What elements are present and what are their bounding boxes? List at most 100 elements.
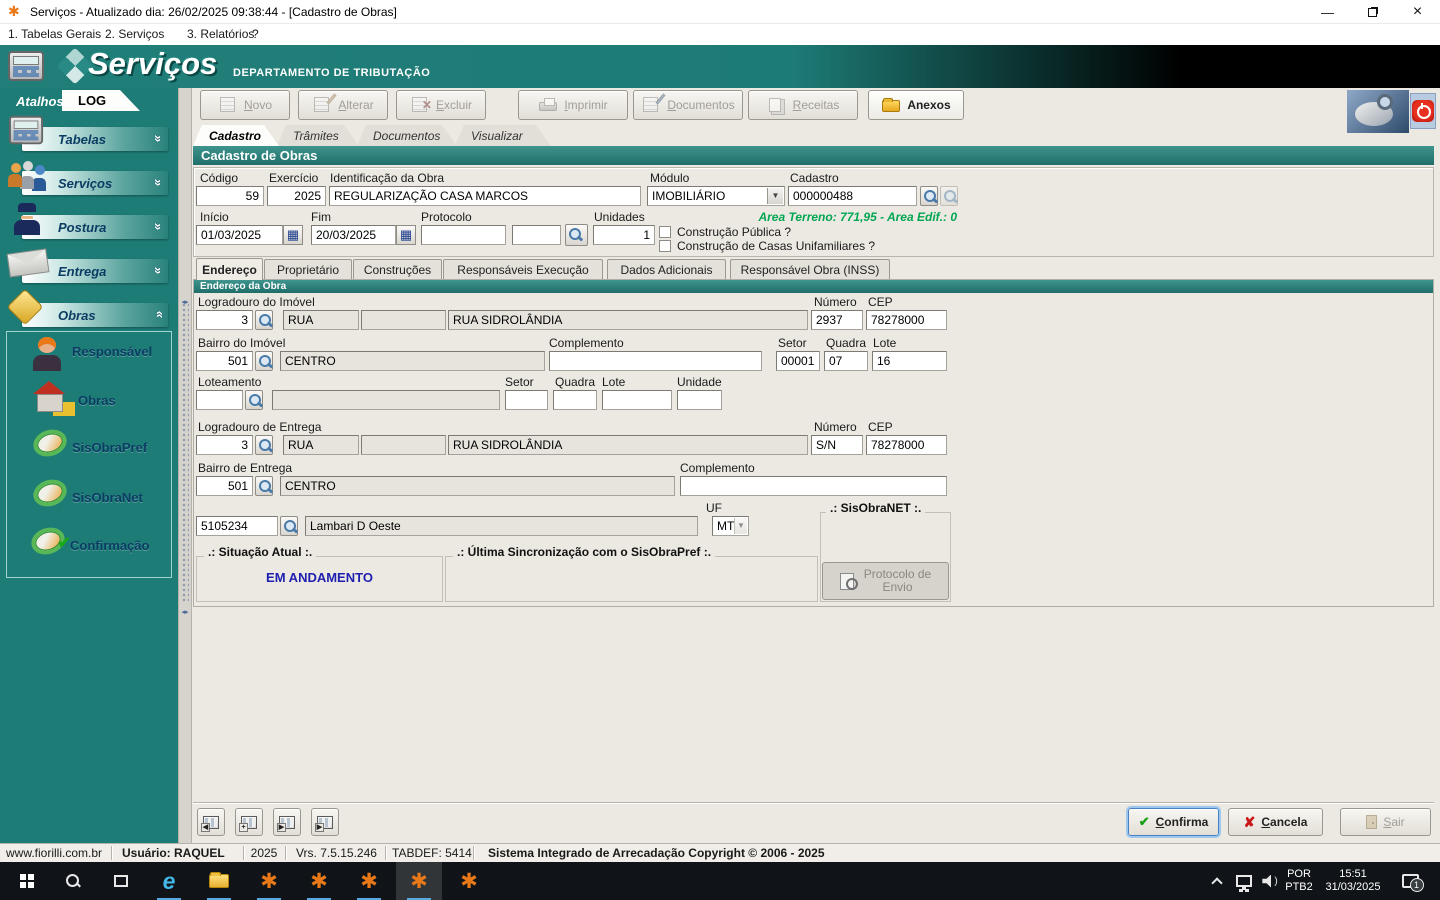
receitas-button[interactable]: Receitas: [748, 90, 858, 120]
sidebar-item-sisobrapref[interactable]: SisObraPref: [72, 440, 147, 455]
complemento-entrega-field[interactable]: [680, 476, 947, 496]
nav-last-button[interactable]: ▶: [311, 808, 339, 836]
sair-button[interactable]: Sair: [1340, 808, 1431, 836]
logradouro-imovel-codigo-field[interactable]: 3: [196, 310, 253, 330]
protocolo-envio-button[interactable]: Protocolo de Envio: [822, 562, 949, 600]
cadastro-search-button[interactable]: [920, 186, 938, 206]
cep-entrega-field[interactable]: 78278000: [866, 435, 947, 455]
protocolo-seq-field[interactable]: [512, 225, 561, 245]
taskbar-app-4[interactable]: ✱: [446, 862, 492, 900]
sidebar-group-tabelas[interactable]: Tabelas»: [22, 127, 168, 151]
restore-button[interactable]: [1350, 0, 1395, 24]
sidebar-splitter[interactable]: ◂▸ ◂▸: [178, 88, 192, 843]
taskbar-app-active[interactable]: ✱: [396, 862, 442, 900]
taskbar-ie[interactable]: e: [146, 862, 192, 900]
taskbar-app-2[interactable]: ✱: [296, 862, 342, 900]
logradouro-entrega-search-button[interactable]: [255, 435, 273, 455]
menu-tabelas-gerais[interactable]: 1. Tabelas Gerais: [8, 28, 101, 41]
tray-volume[interactable]: ): [1256, 862, 1284, 900]
tray-network[interactable]: [1230, 862, 1258, 900]
loteamento-codigo-field[interactable]: [196, 390, 243, 410]
inicio-date-field[interactable]: 01/03/2025: [196, 225, 283, 245]
dropdown-arrow-icon[interactable]: ▼: [767, 188, 783, 204]
taskbar-explorer[interactable]: [196, 862, 242, 900]
chevron-up-icon[interactable]: »: [151, 311, 166, 318]
subtab-proprietario[interactable]: Proprietário: [264, 259, 352, 280]
bairro-entrega-search-button[interactable]: [255, 476, 273, 496]
nav-first-button[interactable]: ◀: [197, 808, 225, 836]
complemento-imovel-field[interactable]: [549, 351, 762, 371]
excluir-button[interactable]: ✕Excluir: [396, 90, 486, 120]
taskbar-app-3[interactable]: ✱: [346, 862, 392, 900]
menu-servicos[interactable]: 2. Serviços: [105, 28, 164, 41]
tab-visualizar[interactable]: Visualizar: [455, 125, 551, 146]
close-button[interactable]: ×: [1395, 0, 1440, 24]
task-view-button[interactable]: [98, 862, 144, 900]
nav-insert-button[interactable]: +: [235, 808, 263, 836]
inicio-calendar-button[interactable]: ▦: [283, 225, 303, 245]
protocolo-field[interactable]: [421, 225, 506, 245]
sidebar-item-sisobranet[interactable]: SisObraNet: [72, 490, 143, 505]
numero-imovel-field[interactable]: 2937: [811, 310, 863, 330]
subtab-responsaveis-execucao[interactable]: Responsáveis Execução: [443, 259, 603, 280]
numero-entrega-field[interactable]: S/N: [811, 435, 863, 455]
setor-imovel-field[interactable]: 00001: [776, 351, 820, 371]
subtab-endereco[interactable]: Endereço: [196, 258, 263, 280]
identificacao-field[interactable]: REGULARIZAÇÃO CASA MARCOS: [329, 186, 641, 206]
protocolo-search-button[interactable]: [565, 224, 588, 246]
chevron-down-icon[interactable]: »: [151, 179, 166, 186]
tab-cadastro[interactable]: Cadastro: [193, 125, 279, 146]
logradouro-entrega-codigo-field[interactable]: 3: [196, 435, 253, 455]
loteamento-lote-field[interactable]: [602, 390, 672, 410]
nav-next-button[interactable]: ▶: [273, 808, 301, 836]
sidebar-item-confirmacao[interactable]: Confirmação: [70, 538, 149, 553]
loteamento-setor-field[interactable]: [505, 390, 548, 410]
subtab-responsavel-obra-inss[interactable]: Responsável Obra (INSS): [730, 259, 890, 280]
sidebar-tab-atalhos[interactable]: Atalhos: [16, 94, 64, 109]
unidade-field[interactable]: [677, 390, 722, 410]
chevron-down-icon[interactable]: »: [151, 135, 166, 142]
sidebar-group-obras[interactable]: Obras»: [22, 303, 168, 327]
menu-help[interactable]: ?: [252, 28, 259, 41]
chevron-down-icon[interactable]: »: [151, 223, 166, 230]
documentos-button[interactable]: Documentos: [633, 90, 743, 120]
fim-calendar-button[interactable]: ▦: [396, 225, 416, 245]
modulo-select[interactable]: IMOBILIÁRIO▼: [647, 186, 785, 206]
sidebar-item-responsavel[interactable]: Responsável: [72, 344, 152, 359]
tray-chevron-button[interactable]: [1202, 862, 1232, 900]
cidade-search-button[interactable]: [280, 516, 298, 536]
bairro-entrega-codigo-field[interactable]: 501: [196, 476, 253, 496]
notification-center-button[interactable]: 1: [1390, 862, 1430, 900]
logradouro-imovel-search-button[interactable]: [255, 310, 273, 330]
tab-documentos[interactable]: Documentos: [357, 125, 457, 146]
subtab-dados-adicionais[interactable]: Dados Adicionais: [607, 259, 726, 280]
start-button[interactable]: [4, 862, 50, 900]
construcao-publica-checkbox[interactable]: [659, 226, 671, 238]
power-button[interactable]: [1410, 93, 1436, 129]
uf-dropdown-arrow-icon[interactable]: ▼: [734, 518, 747, 534]
exercicio-field[interactable]: 2025: [267, 186, 326, 206]
splitter-arrow-top[interactable]: ◂▸: [180, 298, 190, 307]
quadra-imovel-field[interactable]: 07: [824, 351, 868, 371]
cadastro-field[interactable]: 000000488: [788, 186, 917, 206]
anexos-button[interactable]: Anexos: [868, 90, 964, 120]
menu-relatorios[interactable]: 3. Relatórios: [187, 28, 254, 41]
cancela-button[interactable]: ✘Cancela: [1228, 808, 1323, 836]
tab-tramites[interactable]: Trâmites: [277, 125, 359, 146]
sidebar-tab-log[interactable]: LOG: [62, 90, 140, 111]
loteamento-search-button[interactable]: [245, 390, 263, 410]
sidebar-item-obras[interactable]: Obras: [78, 393, 116, 408]
clock[interactable]: 15:51 31/03/2025: [1318, 862, 1388, 900]
novo-button[interactable]: Novo: [200, 90, 290, 120]
confirma-button[interactable]: ✔Confirma: [1128, 808, 1219, 836]
language-indicator[interactable]: POR PTB2: [1282, 862, 1316, 900]
taskbar-search-button[interactable]: [50, 862, 96, 900]
chevron-down-icon[interactable]: »: [151, 267, 166, 274]
imprimir-button[interactable]: Imprimir: [518, 90, 628, 120]
splitter-arrow-bottom[interactable]: ◂▸: [180, 608, 190, 617]
cidade-codigo-field[interactable]: 5105234: [196, 516, 278, 536]
loteamento-quadra-field[interactable]: [553, 390, 597, 410]
codigo-field[interactable]: 59: [196, 186, 264, 206]
subtab-construcoes[interactable]: Construções: [353, 259, 442, 280]
bairro-imovel-search-button[interactable]: [255, 351, 273, 371]
